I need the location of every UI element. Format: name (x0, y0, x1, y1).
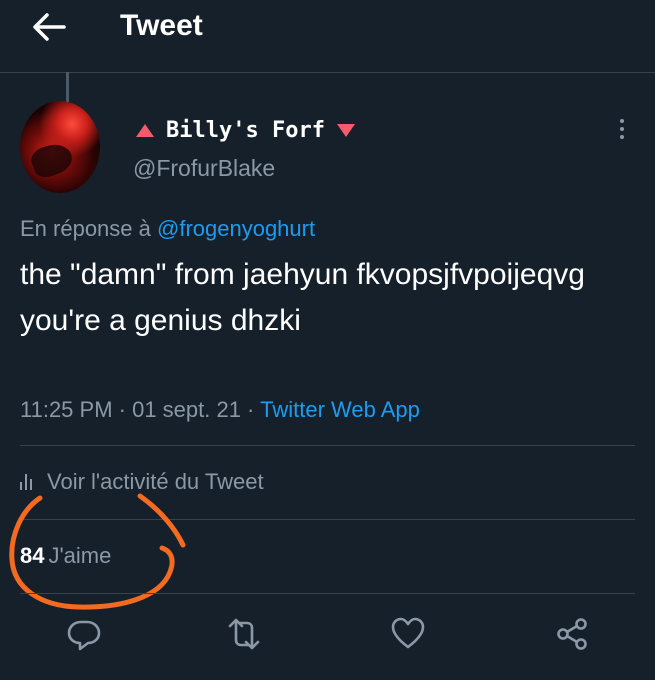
triangle-down-icon (336, 123, 355, 137)
thread-line (66, 72, 69, 102)
share-icon[interactable] (554, 616, 590, 652)
likes-divider (20, 593, 635, 594)
reply-to-link[interactable]: @frogenyoghurt (157, 216, 315, 241)
analytics-icon (20, 474, 35, 490)
top-bar: Tweet (0, 0, 655, 72)
likes-count-link[interactable]: 84 J'aime (20, 543, 111, 569)
tweet-meta: 11:25 PM · 01 sept. 21 · Twitter Web App (20, 397, 420, 423)
author-name-row[interactable]: Billy's Forf (136, 115, 355, 145)
tweet-timestamp: 11:25 PM · 01 sept. 21 · (20, 397, 255, 422)
reply-icon[interactable] (66, 616, 102, 652)
tweet-source-link[interactable]: Twitter Web App (260, 397, 420, 422)
more-options-icon[interactable] (612, 116, 632, 146)
tweet-activity-link[interactable]: Voir l'activité du Tweet (20, 469, 264, 495)
avatar[interactable] (20, 101, 100, 193)
reply-context: En réponse à @frogenyoghurt (20, 216, 315, 242)
back-arrow-icon[interactable] (30, 11, 66, 43)
action-bar (0, 608, 655, 658)
like-icon[interactable] (390, 616, 426, 652)
reply-prefix: En réponse à (20, 216, 151, 241)
likes-label: J'aime (48, 543, 112, 568)
activity-divider (20, 519, 635, 520)
meta-divider (20, 445, 635, 446)
retweet-icon[interactable] (226, 616, 262, 652)
header-divider (0, 72, 655, 73)
page-title: Tweet (120, 9, 203, 42)
tweet-text: the "damn" from jaehyun fkvopsjfvpoijeqv… (20, 258, 585, 337)
triangle-up-icon (136, 123, 154, 137)
author-display-name[interactable]: Billy's Forf (166, 118, 325, 143)
author-handle[interactable]: @FrofurBlake (133, 155, 275, 182)
likes-count: 84 (20, 543, 45, 568)
activity-label: Voir l'activité du Tweet (47, 469, 264, 494)
